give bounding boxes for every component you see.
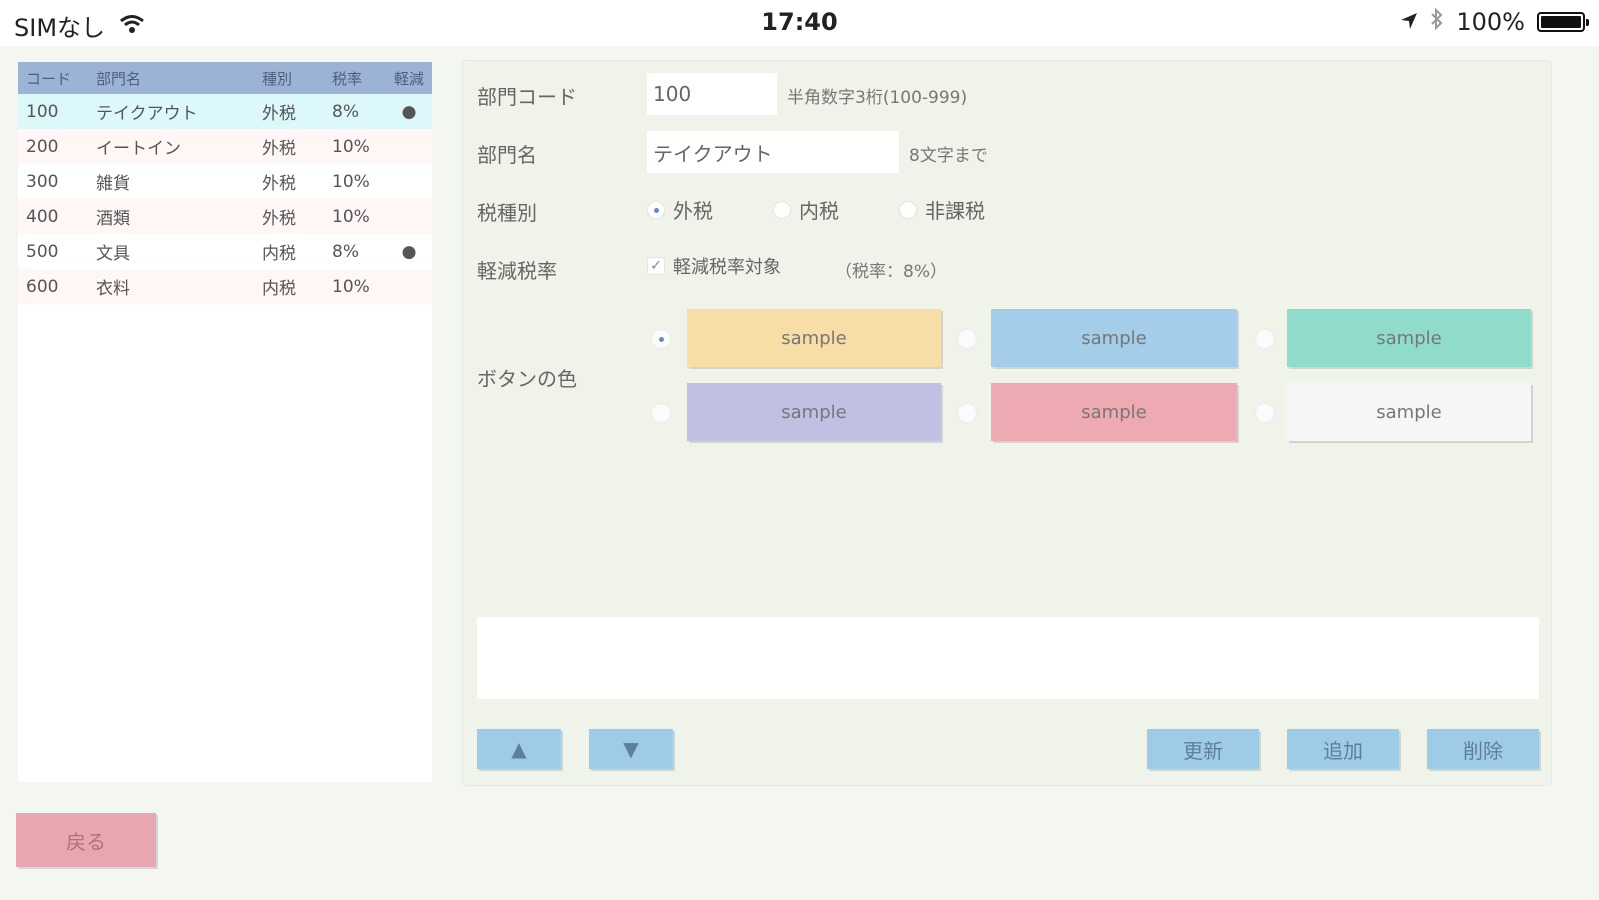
row-rate: 8% [332,101,359,122]
code-hint: 半角数字3桁(100-999) [787,88,968,108]
list-row[interactable]: 200 イートイン 外税 10% [18,129,432,164]
list-row[interactable]: 300 雑貨 外税 10% [18,164,432,199]
color-radio-green[interactable] [1255,329,1275,349]
location-arrow-icon [1400,8,1418,36]
name-label: 部門名 [477,143,537,167]
reduced-rate-note: （税率：8%） [835,262,947,282]
tax-type-inclusive[interactable]: 内税 [773,195,839,224]
update-button[interactable]: 更新 [1147,729,1259,769]
code-label: 部門コード [477,85,577,109]
row-rate: 10% [332,136,370,157]
row-type: 外税 [262,209,296,229]
header-rate: 税率 [332,69,363,88]
row-code: 300 [26,171,59,192]
swatch-blue[interactable]: sample [991,309,1237,367]
row-code: 100 [26,101,59,122]
row-rate: 10% [332,276,370,297]
header-type: 種別 [262,69,293,88]
name-input[interactable]: テイクアウト [647,131,899,173]
radio-icon[interactable] [773,200,791,219]
battery-percent: 100% [1456,8,1525,36]
list-header: コード 部門名 種別 税率 軽減 [18,62,432,94]
move-down-button[interactable]: ▼ [589,729,673,769]
row-rate: 10% [332,171,370,192]
row-name: 文具 [96,244,130,264]
list-row[interactable]: 500 文具 内税 8% ● [18,234,432,269]
row-reduced-mark: ● [401,101,417,122]
row-type: 外税 [262,104,296,124]
status-time: 17:40 [761,8,838,36]
bluetooth-icon [1430,7,1444,36]
swatch-yellow[interactable]: sample [687,309,941,367]
row-type: 内税 [262,244,296,264]
tax-type-inclusive-label: 内税 [799,199,839,223]
move-up-button[interactable]: ▲ [477,729,561,769]
add-button[interactable]: 追加 [1287,729,1399,769]
row-name: 雑貨 [96,174,130,194]
header-reduced: 軽減 [393,69,424,88]
color-radio-blue[interactable] [957,329,977,349]
battery-fill [1541,16,1581,28]
checkmark-icon[interactable]: ✓ [647,257,665,275]
radio-icon[interactable] [647,200,665,219]
back-button[interactable]: 戻る [16,813,156,867]
row-code: 400 [26,206,59,227]
reduced-label: 軽減税率 [477,259,557,283]
row-code: 200 [26,136,59,157]
delete-button[interactable]: 削除 [1427,729,1539,769]
swatch-white[interactable]: sample [1287,383,1531,441]
memo-area[interactable] [477,617,1539,699]
color-radio-purple[interactable] [651,403,671,423]
name-hint: 8文字まで [909,146,988,166]
row-rate: 8% [332,241,359,262]
tax-type-exempt[interactable]: 非課税 [899,195,985,224]
list-row[interactable]: 400 酒類 外税 10% [18,199,432,234]
edit-panel: 部門コード 100 半角数字3桁(100-999) 部門名 テイクアウト 8文字… [462,60,1552,786]
row-code: 500 [26,241,59,262]
department-list[interactable]: コード 部門名 種別 税率 軽減 100 テイクアウト 外税 8% ● 200 … [18,62,432,782]
color-radio-white[interactable] [1255,403,1275,423]
row-name: イートイン [96,139,181,159]
status-right: 100% [1400,7,1589,36]
swatch-pink[interactable]: sample [991,383,1237,441]
row-name: 酒類 [96,209,130,229]
reduced-checkbox[interactable]: ✓ 軽減税率対象 [647,253,781,279]
row-type: 外税 [262,174,296,194]
row-name: 衣料 [96,279,130,299]
color-label: ボタンの色 [477,367,577,391]
header-code: コード [26,69,72,88]
row-type: 内税 [262,279,296,299]
code-input[interactable]: 100 [647,73,777,115]
swatch-purple[interactable]: sample [687,383,941,441]
list-row[interactable]: 100 テイクアウト 外税 8% ● [18,94,432,129]
list-row[interactable]: 600 衣料 内税 10% [18,269,432,304]
row-reduced-mark: ● [401,241,417,262]
tax-type-exclusive[interactable]: 外税 [647,195,713,224]
row-rate: 10% [332,206,370,227]
tax-type-label: 税種別 [477,201,537,225]
row-code: 600 [26,276,59,297]
header-name: 部門名 [96,69,142,88]
color-radio-pink[interactable] [957,403,977,423]
tax-type-exempt-label: 非課税 [925,199,985,223]
color-radio-yellow[interactable] [651,329,671,349]
battery-icon [1537,12,1589,32]
row-name: テイクアウト [96,104,198,124]
swatch-green[interactable]: sample [1287,309,1531,367]
reduced-option-label: 軽減税率対象 [673,257,781,278]
status-bar: SIMなし 17:40 100% [0,0,1599,46]
tax-type-exclusive-label: 外税 [673,199,713,223]
radio-icon[interactable] [899,200,917,219]
row-type: 外税 [262,139,296,159]
